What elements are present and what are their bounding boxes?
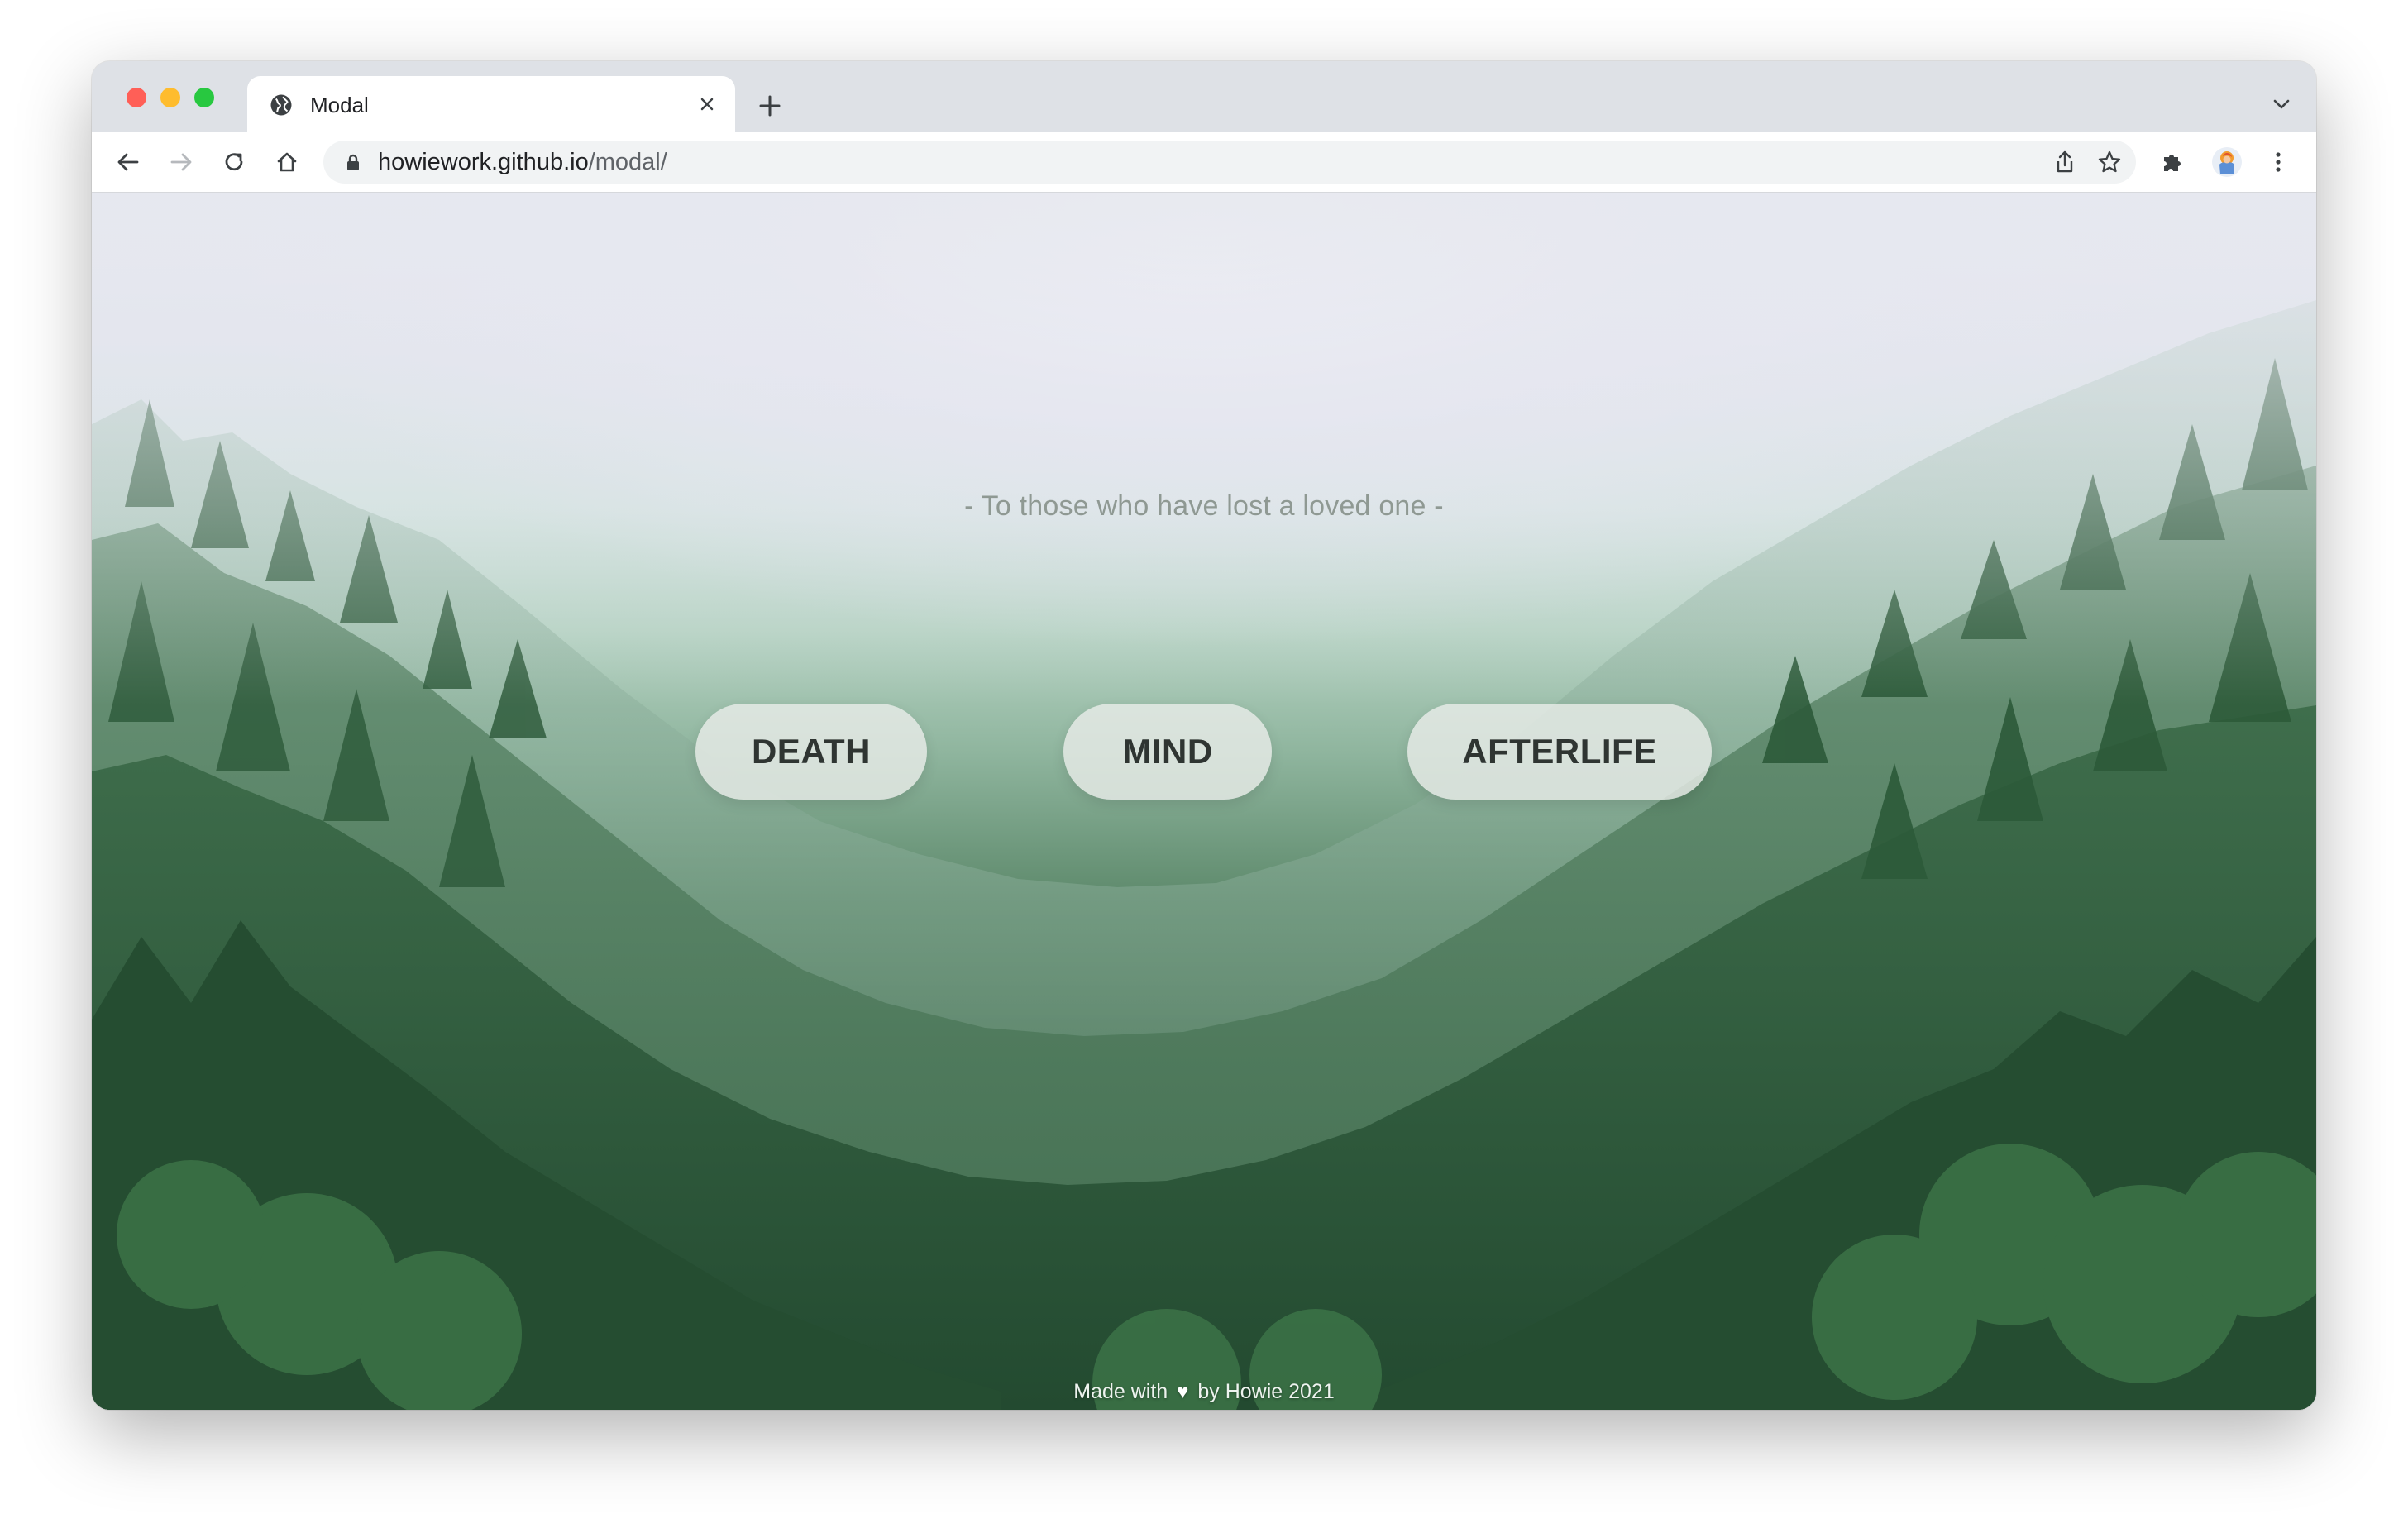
bookmark-button[interactable] xyxy=(2095,147,2124,177)
profile-button[interactable] xyxy=(2209,144,2245,180)
close-window-button[interactable] xyxy=(127,88,146,107)
url-text[interactable]: howiework.github.io/modal/ xyxy=(378,149,667,175)
footer-text-after: by Howie 2021 xyxy=(1197,1380,1335,1403)
share-icon xyxy=(2057,150,2073,173)
mind-button[interactable]: MIND xyxy=(1063,704,1272,800)
url-host: howiework.github.io xyxy=(378,149,589,175)
extensions-button[interactable] xyxy=(2154,144,2191,180)
tab-modal[interactable]: Modal xyxy=(247,76,735,132)
globe-icon xyxy=(270,94,292,116)
browser-menu-button[interactable] xyxy=(2260,144,2296,180)
arrow-left-icon xyxy=(117,153,139,171)
reload-button[interactable] xyxy=(216,144,252,180)
back-button[interactable] xyxy=(110,144,146,180)
forward-button[interactable] xyxy=(163,144,199,180)
afterlife-button[interactable]: AFTERLIFE xyxy=(1407,704,1712,800)
death-button[interactable]: DEATH xyxy=(695,704,927,800)
lock-icon[interactable] xyxy=(343,152,363,172)
footer-text-before: Made with xyxy=(1073,1380,1168,1403)
reload-icon xyxy=(225,153,243,171)
browser-toolbar: howiework.github.io/modal/ xyxy=(92,132,2316,193)
star-icon xyxy=(2098,150,2121,173)
heart-icon: ♥ xyxy=(1177,1381,1189,1403)
page-subtitle: - To those who have lost a loved one - xyxy=(964,490,1444,522)
tab-strip: Modal xyxy=(92,61,2316,132)
page-footer: Made with ♥ by Howie 2021 xyxy=(92,1380,2316,1404)
new-tab-button[interactable] xyxy=(753,89,786,122)
zoom-window-button[interactable] xyxy=(194,88,214,107)
puzzle-icon xyxy=(2164,155,2181,171)
more-vert-icon xyxy=(2276,152,2281,172)
tab-title: Modal xyxy=(310,93,369,117)
plus-icon xyxy=(759,95,781,117)
home-button[interactable] xyxy=(269,144,305,180)
close-tab-button[interactable] xyxy=(692,89,722,119)
web-page: - To those who have lost a loved one - D… xyxy=(92,193,2316,1410)
share-button[interactable] xyxy=(2050,147,2080,177)
home-icon xyxy=(277,152,297,172)
address-bar[interactable]: howiework.github.io/modal/ xyxy=(323,141,2136,184)
minimize-window-button[interactable] xyxy=(160,88,180,107)
avatar xyxy=(2212,147,2242,177)
chevron-down-icon xyxy=(2273,99,2290,109)
arrow-right-icon xyxy=(170,153,192,171)
browser-window: Modal howiework.github.io/modal/ - To th… xyxy=(92,61,2316,1410)
url-path: /modal/ xyxy=(588,149,667,175)
close-icon xyxy=(700,98,714,111)
tab-search-button[interactable] xyxy=(2267,89,2296,119)
misty-forest-background xyxy=(92,193,2316,1410)
